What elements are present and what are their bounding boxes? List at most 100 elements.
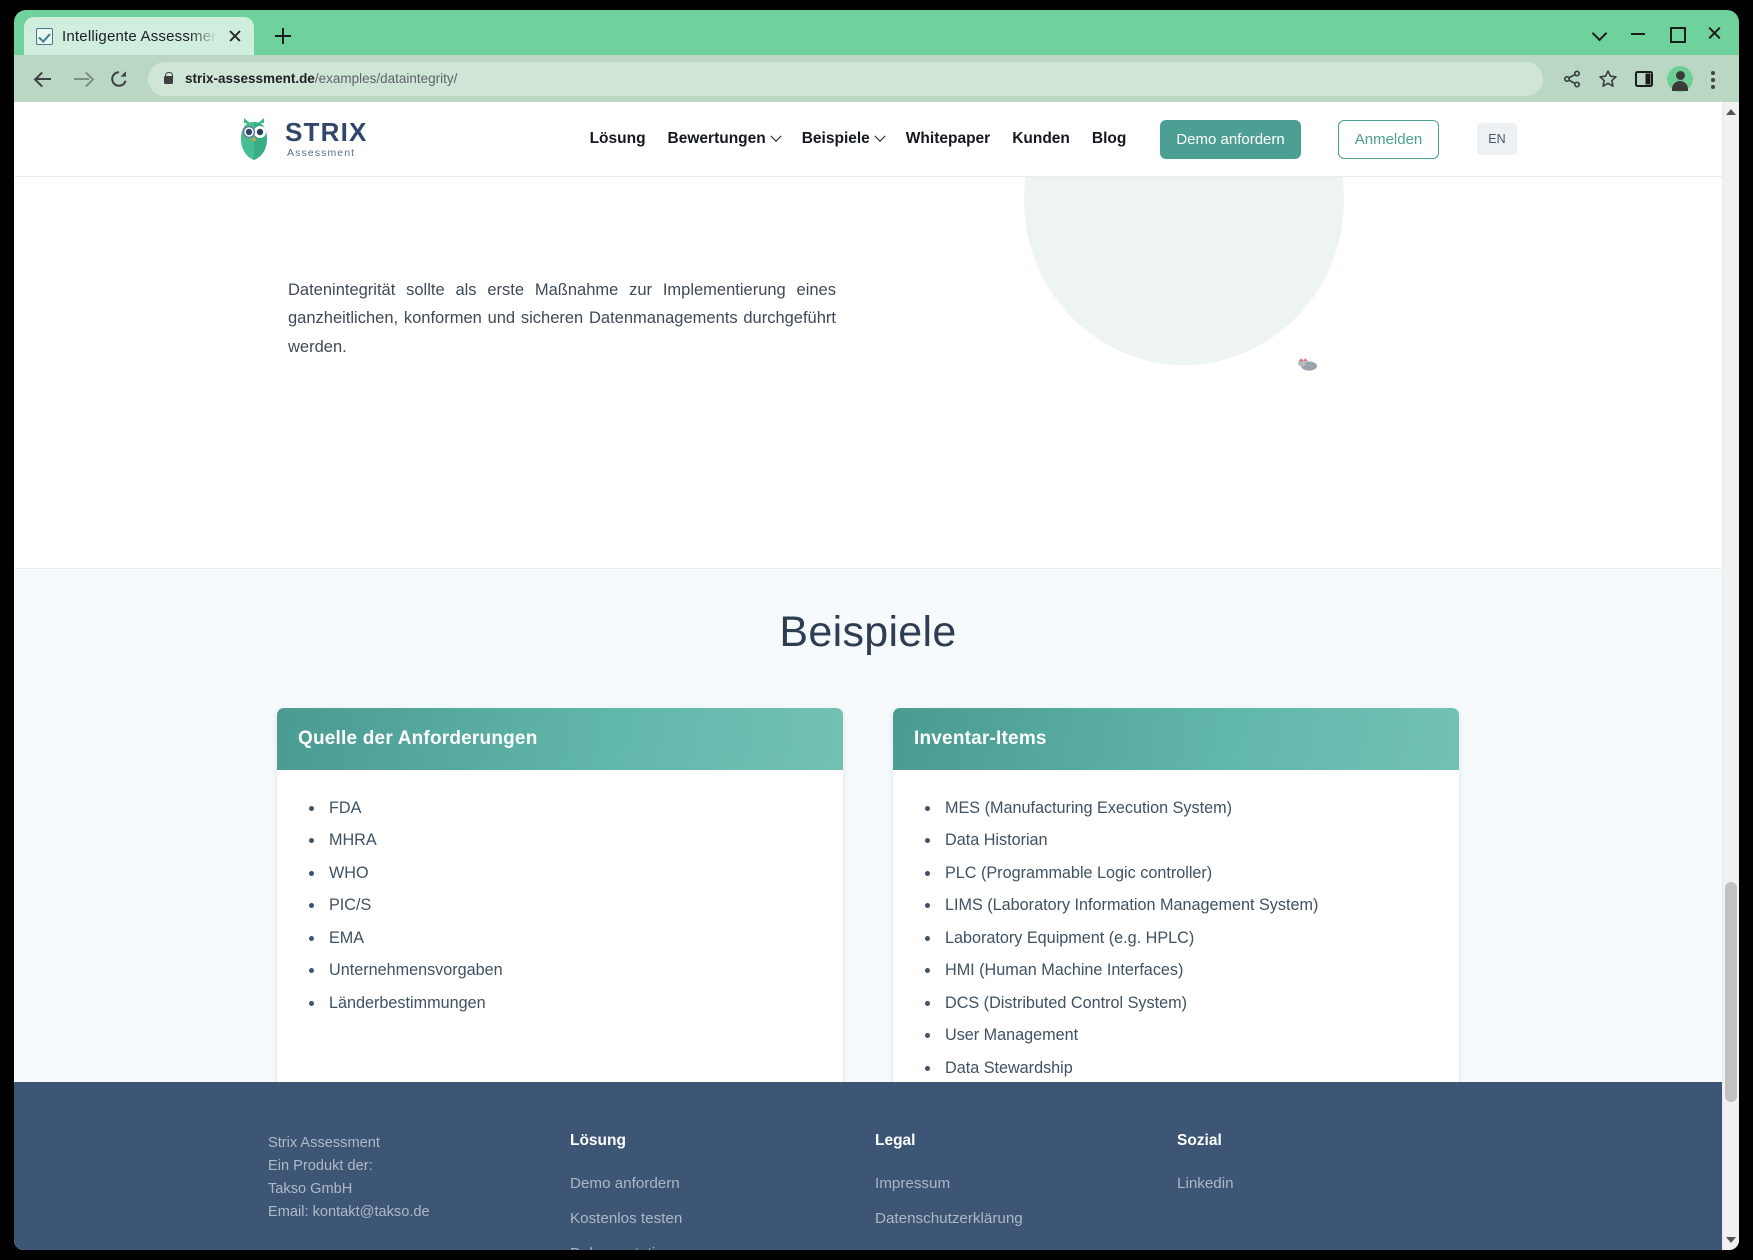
footer-column-loesung: Lösung Demo anfordern Kostenlos testen D… <box>570 1132 875 1250</box>
nav-label: Blog <box>1091 130 1127 147</box>
list-item: Data Historian <box>893 829 1459 853</box>
scroll-down-arrow-icon[interactable] <box>1726 1237 1736 1243</box>
window-close-icon[interactable] <box>1695 18 1733 46</box>
card-body: MES (Manufacturing Execution System) Dat… <box>893 770 1459 1119</box>
checkbox-checked-icon <box>36 27 53 45</box>
footer-link-docs[interactable]: Dokumentation <box>570 1245 875 1250</box>
footer-heading: Sozial <box>1177 1132 1222 1149</box>
site-header: STRIX Assessment Lösung Bewertungen Beis… <box>14 102 1722 177</box>
url-path: /examples/dataintegrity/ <box>314 71 458 86</box>
mouse-illustration-icon <box>1297 357 1319 371</box>
side-panel-icon[interactable] <box>1627 62 1661 96</box>
footer-company-info: Strix Assessment Ein Produkt der: Takso … <box>268 1132 570 1250</box>
footer-heading: Lösung <box>570 1132 626 1149</box>
main-navigation: Lösung Bewertungen Beispiele Whitepaper <box>590 119 1517 159</box>
close-icon[interactable] <box>226 27 244 45</box>
page-title: Beispiele <box>779 608 957 656</box>
back-arrow-icon[interactable] <box>26 62 60 96</box>
cards-container: Quelle der Anforderungen FDA MHRA WHO PI… <box>14 708 1722 1120</box>
list-item: User Management <box>893 1024 1459 1048</box>
hero-decorative-ellipse <box>1024 177 1344 365</box>
url-text: strix-assessment.de/examples/dataintegri… <box>185 71 457 86</box>
footer-columns: Strix Assessment Ein Produkt der: Takso … <box>14 1132 1722 1250</box>
nav-label: Bewertungen <box>667 130 766 147</box>
list-item: PLC (Programmable Logic controller) <box>893 862 1459 886</box>
star-icon[interactable] <box>1591 62 1625 96</box>
browser-tab[interactable]: Intelligente Assessment <box>24 17 254 55</box>
scroll-up-arrow-icon[interactable] <box>1726 109 1736 115</box>
nav-label: Kunden <box>1012 130 1070 147</box>
card-quelle-der-anforderungen: Quelle der Anforderungen FDA MHRA WHO PI… <box>277 708 843 1120</box>
tab-strip: Intelligente Assessment <box>14 10 1739 55</box>
url-domain: strix-assessment.de <box>185 71 315 86</box>
footer-link-linkedin[interactable]: Linkedin <box>1177 1175 1437 1192</box>
card-title: Inventar-Items <box>914 728 1047 749</box>
list-item: EMA <box>277 927 843 951</box>
nav-item-blog[interactable]: Blog <box>1092 130 1126 148</box>
inventory-items-list: MES (Manufacturing Execution System) Dat… <box>893 797 1459 1081</box>
nav-label: Lösung <box>589 130 646 147</box>
owl-logo-icon <box>240 117 278 161</box>
list-item: DCS (Distributed Control System) <box>893 992 1459 1016</box>
card-body: FDA MHRA WHO PIC/S EMA Unternehmensvorga… <box>277 770 843 1054</box>
card-header: Quelle der Anforderungen <box>277 708 843 770</box>
footer-column-sozial: Sozial Linkedin <box>1177 1132 1437 1250</box>
footer-link-impressum[interactable]: Impressum <box>875 1175 1177 1192</box>
footer-link-demo[interactable]: Demo anfordern <box>570 1175 875 1192</box>
hero-paragraph: Datenintegrität sollte als erste Maßnahm… <box>288 281 836 356</box>
maximize-icon[interactable] <box>1657 18 1695 46</box>
window-controls <box>1581 18 1733 46</box>
minimize-icon[interactable] <box>1619 18 1657 46</box>
footer-company-email: Email: kontakt@takso.de <box>268 1204 430 1221</box>
list-item: HMI (Human Machine Interfaces) <box>893 959 1459 983</box>
list-item: Länderbestimmungen <box>277 992 843 1016</box>
reload-icon[interactable] <box>102 62 136 96</box>
new-tab-button[interactable] <box>266 19 300 53</box>
nav-item-loesung[interactable]: Lösung <box>590 130 646 148</box>
three-dot-menu-icon[interactable] <box>1699 62 1727 96</box>
page-scrollbar[interactable] <box>1722 102 1739 1250</box>
nav-item-bewertungen[interactable]: Bewertungen <box>667 130 782 148</box>
list-item: Unternehmensvorgaben <box>277 959 843 983</box>
footer-company-name: Strix Assessment <box>268 1135 380 1151</box>
demo-request-button[interactable]: Demo anfordern <box>1160 119 1301 159</box>
site-footer: Strix Assessment Ein Produkt der: Takso … <box>14 1082 1722 1250</box>
language-switch-button[interactable]: EN <box>1477 123 1517 155</box>
scrollbar-thumb[interactable] <box>1725 882 1737 1102</box>
nav-item-whitepaper[interactable]: Whitepaper <box>906 130 990 148</box>
tab-title: Intelligente Assessment <box>62 27 217 45</box>
footer-link-trial[interactable]: Kostenlos testen <box>570 1210 875 1227</box>
list-item: WHO <box>277 862 843 886</box>
forward-arrow-icon[interactable] <box>64 62 98 96</box>
nav-label: Whitepaper <box>905 130 991 147</box>
examples-section: Beispiele Quelle der Anforderungen FDA M… <box>14 570 1722 1120</box>
list-item: FDA <box>277 797 843 821</box>
list-item: Laboratory Equipment (e.g. HPLC) <box>893 927 1459 951</box>
tab-search-chevron-down-icon[interactable] <box>1581 18 1619 46</box>
logo-wordmark: STRIX <box>285 117 368 148</box>
page-viewport: STRIX Assessment Lösung Bewertungen Beis… <box>14 102 1739 1250</box>
footer-company-legal: Takso GmbH <box>268 1181 353 1198</box>
footer-link-privacy[interactable]: Datenschutzerklärung <box>875 1210 1177 1227</box>
site-logo[interactable]: STRIX Assessment <box>240 117 368 161</box>
list-item: MHRA <box>277 829 843 853</box>
logo-text: STRIX Assessment <box>285 119 368 159</box>
nav-item-beispiele[interactable]: Beispiele <box>801 130 886 148</box>
browser-toolbar: strix-assessment.de/examples/dataintegri… <box>14 55 1739 102</box>
profile-avatar[interactable] <box>1667 65 1693 92</box>
list-item: MES (Manufacturing Execution System) <box>893 797 1459 821</box>
list-item: Data Stewardship <box>893 1057 1459 1081</box>
nav-label: Beispiele <box>801 130 870 147</box>
address-bar[interactable]: strix-assessment.de/examples/dataintegri… <box>148 61 1543 96</box>
logo-subtitle: Assessment <box>287 147 356 160</box>
chevron-down-icon <box>770 130 782 142</box>
hero-section: Datenintegrität sollte als erste Maßnahm… <box>14 177 1722 569</box>
share-icon[interactable] <box>1555 62 1589 96</box>
list-item: PIC/S <box>277 894 843 918</box>
login-button[interactable]: Anmelden <box>1337 119 1440 159</box>
list-item: LIMS (Laboratory Information Management … <box>893 894 1459 918</box>
nav-item-kunden[interactable]: Kunden <box>1012 130 1070 148</box>
toolbar-icons <box>1555 62 1727 96</box>
browser-window: Intelligente Assessment strix-assessment… <box>14 10 1739 1250</box>
card-title: Quelle der Anforderungen <box>298 728 538 749</box>
